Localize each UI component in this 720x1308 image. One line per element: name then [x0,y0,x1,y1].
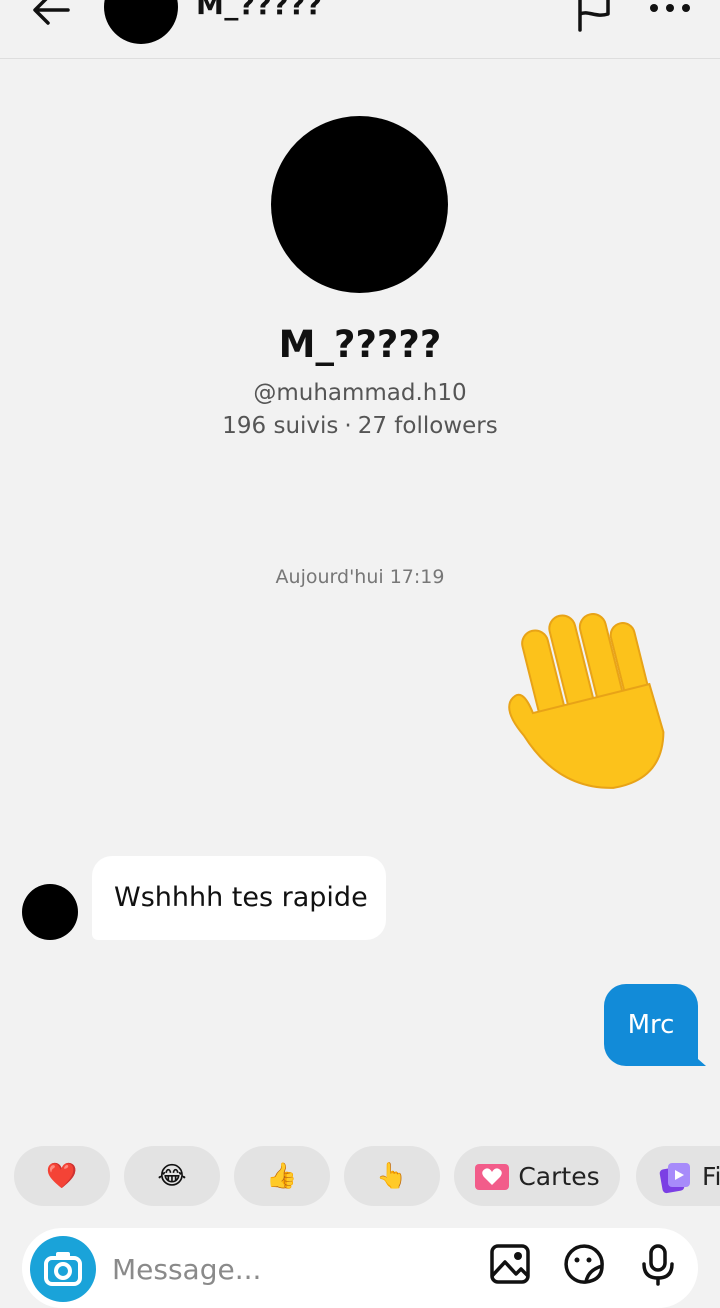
message-composer [22,1228,698,1308]
camera-icon [44,1252,82,1286]
stats-separator: · [344,413,352,439]
chat-header: M_????? [0,0,720,59]
more-options-button[interactable] [646,0,694,26]
sticker-icon[interactable] [562,1242,606,1286]
message-timestamp: Aujourd'hui 17:19 [275,566,445,588]
sender-avatar[interactable] [22,884,78,940]
microphone-icon[interactable] [636,1242,680,1286]
waving-hand-icon[interactable] [496,608,696,808]
quick-reply-thumbs-up[interactable]: 👍 [234,1146,330,1206]
partial-label: Fi [701,1162,720,1191]
image-icon[interactable] [488,1242,532,1286]
header-username[interactable]: M_????? [196,0,323,21]
quick-reply-cards[interactable]: Cartes [454,1146,620,1206]
quick-reply-laugh[interactable]: 😂 [124,1146,220,1206]
thumbs-up-icon: 👍 [266,1161,298,1190]
flag-icon [578,0,610,32]
arrow-left-icon [33,0,70,25]
camera-button[interactable] [30,1236,96,1302]
profile-stats: 196 suivis · 27 followers [0,413,720,439]
header-avatar[interactable] [104,0,178,44]
quick-reply-partial[interactable]: Fi [636,1146,720,1206]
quick-reply-point-up[interactable]: 👆 [344,1146,440,1206]
report-button[interactable] [574,0,614,32]
profile-avatar[interactable] [271,116,448,293]
more-horizontal-icon [650,4,690,12]
followers-count: 27 followers [357,413,498,439]
profile-name: M_????? [278,323,442,366]
tears-of-joy-icon: 😂 [157,1161,187,1190]
point-up-icon: 👆 [376,1161,408,1190]
outgoing-message-bubble[interactable]: Mrc [604,984,698,1066]
following-count: 196 suivis [222,413,339,439]
heart-icon: ❤️ [46,1161,78,1190]
cards-label: Cartes [518,1162,600,1191]
quick-reply-heart[interactable]: ❤️ [14,1146,110,1206]
heart-card-icon [475,1164,510,1190]
profile-handle: @muhammad.h10 [253,380,467,406]
back-button[interactable] [28,0,76,34]
incoming-message-row: Wshhhh tes rapide [0,856,720,942]
message-input[interactable] [110,1238,474,1300]
video-cards-icon [659,1163,690,1194]
incoming-message-bubble[interactable]: Wshhhh tes rapide [92,856,386,940]
quick-reply-bar: ❤️ 😂 👍 👆 Cartes Fi [0,1146,720,1206]
